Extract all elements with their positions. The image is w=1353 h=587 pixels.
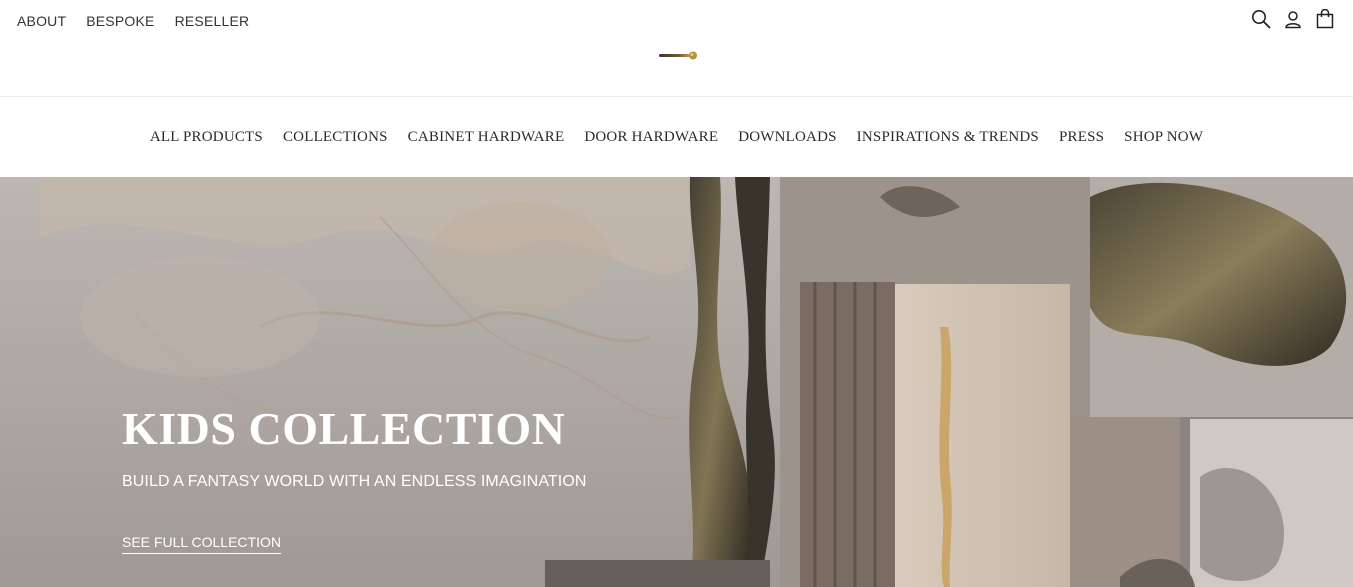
shopping-bag-icon[interactable] [1315,9,1335,29]
nav-press[interactable]: PRESS [1059,129,1104,146]
hero-title: KIDS COLLECTION [122,403,566,454]
top-bar: ABOUT BESPOKE RESELLER [0,0,1353,97]
main-navigation: ALL PRODUCTS COLLECTIONS CABINET HARDWAR… [0,97,1353,177]
hero-banner: KIDS COLLECTION BUILD A FANTASY WORLD WI… [0,177,1353,587]
user-icon[interactable] [1283,9,1303,29]
search-icon[interactable] [1251,9,1271,29]
about-link[interactable]: ABOUT [17,13,66,29]
nav-collections[interactable]: COLLECTIONS [283,129,388,146]
bespoke-link[interactable]: BESPOKE [86,13,154,29]
nav-shop-now[interactable]: SHOP NOW [1124,129,1203,146]
hero-image [0,177,1353,587]
brand-logo[interactable] [657,47,701,65]
header-icons [1251,9,1335,29]
hero-subtitle: BUILD A FANTASY WORLD WITH AN ENDLESS IM… [122,473,587,490]
nav-door-hardware[interactable]: DOOR HARDWARE [584,129,718,146]
nav-inspirations-trends[interactable]: INSPIRATIONS & TRENDS [857,129,1039,146]
reseller-link[interactable]: RESELLER [175,13,250,29]
nav-all-products[interactable]: ALL PRODUCTS [150,129,263,146]
nav-downloads[interactable]: DOWNLOADS [738,129,836,146]
nav-cabinet-hardware[interactable]: CABINET HARDWARE [408,129,565,146]
utility-links: ABOUT BESPOKE RESELLER [17,13,269,29]
see-full-collection-link[interactable]: SEE FULL COLLECTION [122,534,281,554]
